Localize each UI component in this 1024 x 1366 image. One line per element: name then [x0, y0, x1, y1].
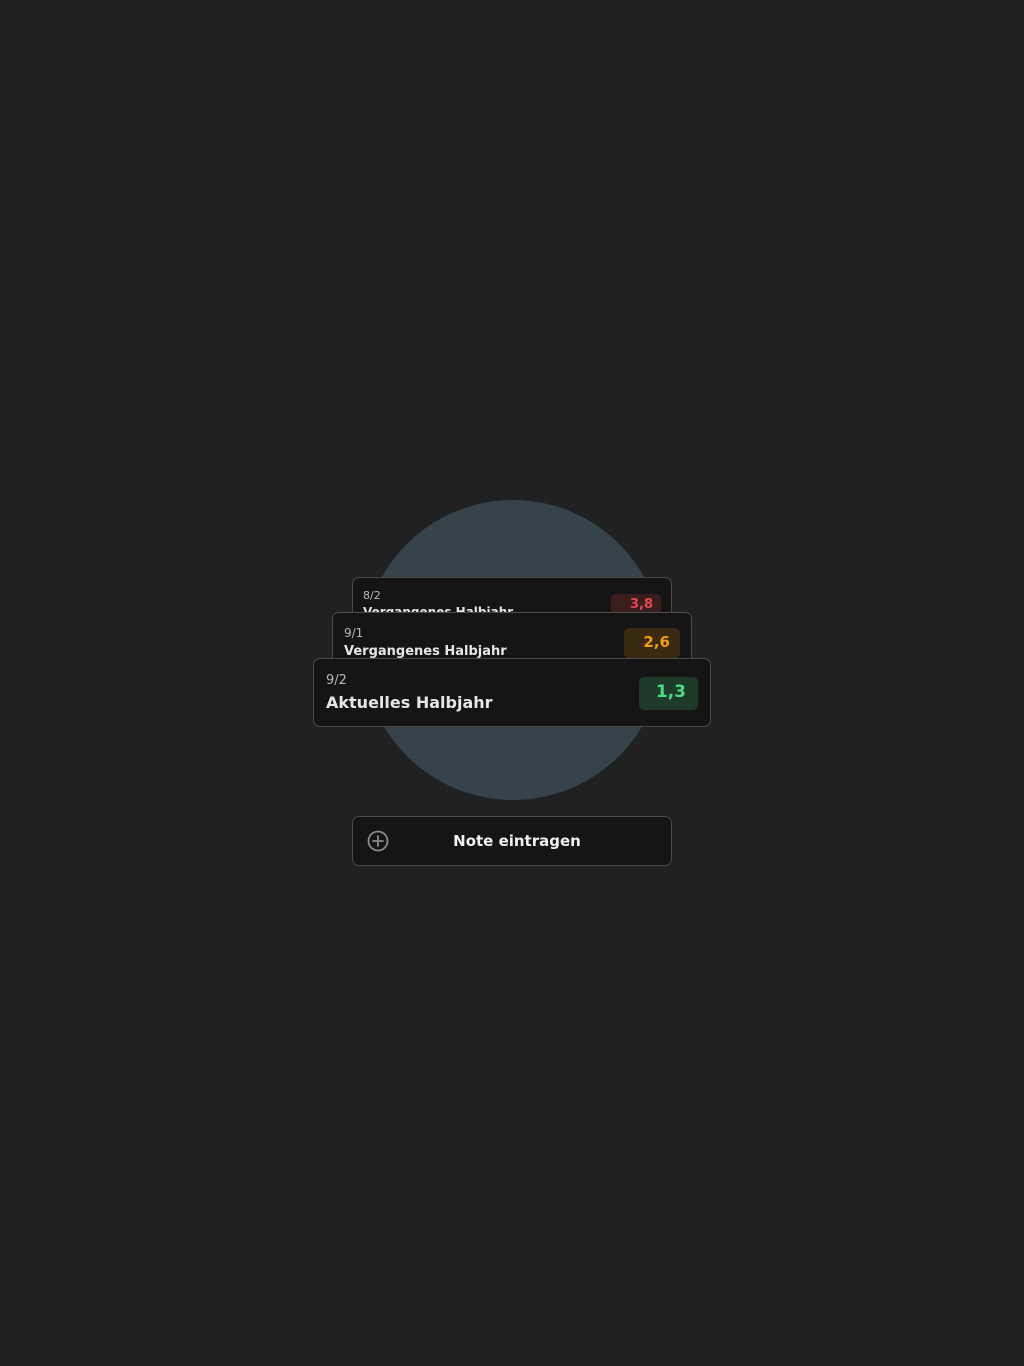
grade-badge: 1,3: [639, 677, 698, 710]
app-screen: 8/2 Vergangenes Halbjahr 3,8 9/1 Vergang…: [0, 0, 1024, 1366]
card-term: 9/1: [344, 626, 364, 640]
card-title: Vergangenes Halbjahr: [344, 644, 507, 659]
card-term: 8/2: [363, 589, 381, 602]
add-grade-label: Note eintragen: [453, 832, 581, 850]
grade-badge: 2,6: [624, 628, 680, 658]
card-title: Aktuelles Halbjahr: [326, 693, 493, 712]
card-term: 9/2: [326, 673, 347, 688]
grade-card-9-1[interactable]: 9/1 Vergangenes Halbjahr 2,6: [332, 612, 692, 664]
grade-card-9-2[interactable]: 9/2 Aktuelles Halbjahr 1,3: [313, 658, 711, 727]
add-grade-button[interactable]: Note eintragen: [352, 816, 672, 866]
